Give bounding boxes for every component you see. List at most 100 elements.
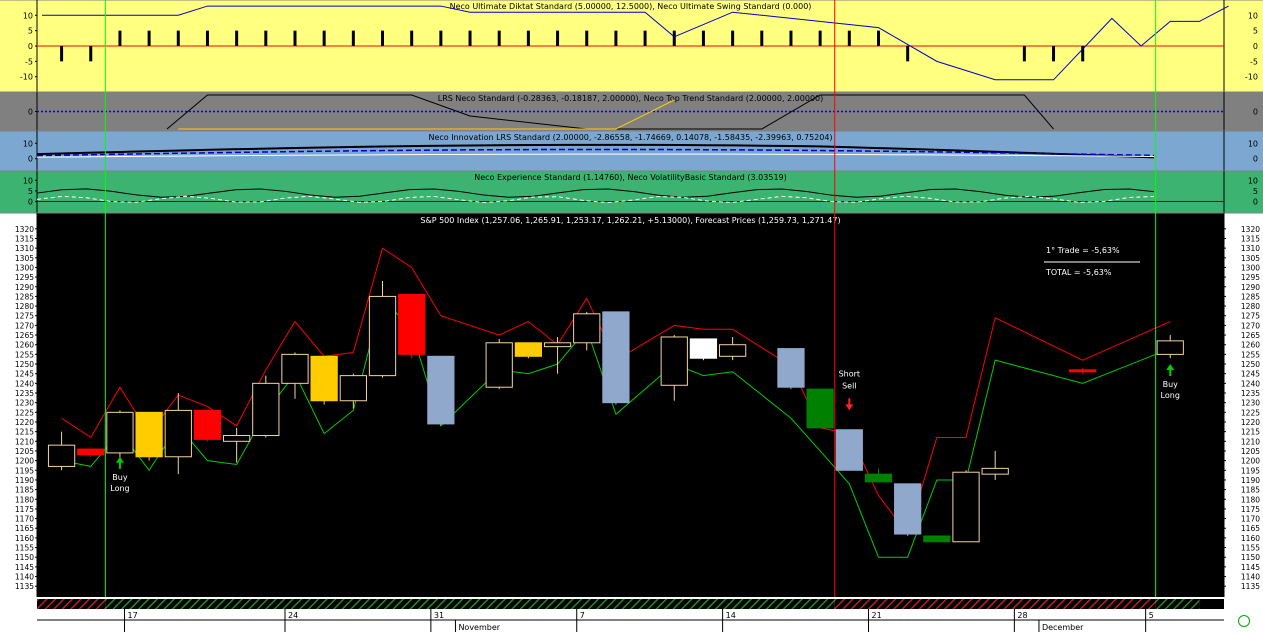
candle-body: [398, 293, 426, 355]
candle-body: [543, 342, 572, 348]
candle-body: [952, 471, 980, 543]
price-tick-left: 1285: [15, 292, 34, 301]
price-tick-right: 1150: [1241, 553, 1260, 562]
tick-label-right: 5: [1253, 27, 1258, 36]
stat-total: TOTAL = -5,63%: [1046, 268, 1112, 277]
price-tick-right: 1300: [1241, 263, 1260, 272]
price-tick-right: 1140: [1241, 573, 1260, 582]
candle-body: [252, 382, 280, 437]
date-month-label: December: [1042, 623, 1084, 632]
date-day-label: 31: [434, 611, 444, 620]
signal-bar-long: [105, 599, 835, 609]
price-tick-right: 1175: [1241, 505, 1260, 514]
price-tick-right: 1295: [1241, 273, 1260, 282]
price-tick-left: 1170: [15, 515, 34, 524]
tick-label-right: 10: [1248, 176, 1258, 185]
price-tick-left: 1185: [15, 486, 34, 495]
candle-body: [602, 311, 630, 404]
signal-bar-long: [1155, 599, 1200, 609]
candle-body: [47, 444, 76, 467]
candle-body: [193, 409, 222, 440]
price-tick-right: 1225: [1241, 408, 1260, 417]
price-tick-right: 1265: [1241, 331, 1260, 340]
price-tick-left: 1180: [15, 495, 34, 504]
price-tick-left: 1230: [15, 399, 34, 408]
candle-body: [689, 338, 718, 359]
date-day-label: 17: [128, 611, 138, 620]
candle-body: [1069, 369, 1097, 373]
tick-label-left: 0: [28, 42, 33, 51]
price-tick-right: 1190: [1241, 476, 1260, 485]
price-tick-right: 1160: [1241, 534, 1260, 543]
price-tick-right: 1285: [1241, 292, 1260, 301]
price-tick-left: 1275: [15, 312, 34, 321]
tick-label-right: -10: [1245, 73, 1258, 82]
price-tick-right: 1145: [1241, 563, 1260, 572]
price-tick-left: 1220: [15, 418, 34, 427]
candle-body: [718, 344, 747, 357]
price-tick-right: 1220: [1241, 418, 1260, 427]
candle-body: [864, 473, 893, 483]
price-tick-right: 1205: [1241, 447, 1260, 456]
price-tick-left: 1150: [15, 553, 34, 562]
price-tick-right: 1215: [1241, 428, 1260, 437]
tick-label-left: 5: [28, 187, 33, 196]
price-tick-left: 1245: [15, 370, 34, 379]
tick-label-right: 5: [1253, 187, 1258, 196]
tick-label-right: 0: [1253, 42, 1258, 51]
price-tick-left: 1265: [15, 331, 34, 340]
candle-body: [835, 429, 863, 471]
candle-body: [135, 411, 163, 458]
tick-label-right: 10: [1248, 11, 1258, 20]
candle-body: [164, 409, 192, 458]
price-tick-left: 1200: [15, 457, 34, 466]
price-tick-left: 1205: [15, 447, 34, 456]
price-tick-right: 1200: [1241, 457, 1260, 466]
price-tick-left: 1270: [15, 321, 34, 330]
date-day-label: 28: [1017, 611, 1027, 620]
price-tick-right: 1310: [1241, 244, 1260, 253]
date-day-label: 21: [871, 611, 881, 620]
price-tick-right: 1275: [1241, 312, 1260, 321]
price-tick-left: 1215: [15, 428, 34, 437]
price-tick-left: 1175: [15, 505, 34, 514]
price-tick-left: 1320: [15, 225, 34, 234]
tick-label-left: 10: [23, 11, 33, 20]
price-tick-right: 1135: [1241, 582, 1260, 591]
date-day-label: 14: [726, 611, 736, 620]
chart-svg: 10 10 5 5 0 0 -5 -5 -10 -10 Neco Ultimate Diktat S…: [0, 0, 1263, 632]
price-tick-right: 1155: [1241, 544, 1260, 553]
price-tick-right: 1165: [1241, 524, 1260, 533]
candle-body: [923, 535, 951, 543]
candle-body: [514, 342, 543, 357]
price-tick-right: 1255: [1241, 350, 1260, 359]
tick-label-left: 0: [28, 198, 33, 207]
candle-body: [339, 375, 367, 402]
tick-label-left: -5: [25, 57, 33, 66]
price-tick-right: 1240: [1241, 379, 1260, 388]
panel-innovation-title: Neco Innovation LRS Standard (2.00000, -…: [428, 133, 832, 142]
candle-body: [485, 342, 513, 388]
tick-label-right: 0: [1253, 198, 1258, 207]
price-tick-left: 1235: [15, 389, 34, 398]
candle-body: [368, 295, 397, 377]
price-tick-right: 1280: [1241, 302, 1260, 311]
smiley-icon[interactable]: [1238, 615, 1250, 627]
price-title: S&P 500 Index (1,257.06, 1,265.91, 1,253…: [420, 216, 840, 225]
signal-label: Buy: [112, 473, 128, 482]
price-tick-left: 1145: [15, 563, 34, 572]
price-tick-right: 1180: [1241, 495, 1260, 504]
price-tick-right: 1195: [1241, 466, 1260, 475]
price-tick-left: 1295: [15, 273, 34, 282]
price-tick-right: 1245: [1241, 370, 1260, 379]
candle-body: [281, 353, 309, 384]
price-tick-left: 1165: [15, 524, 34, 533]
panel-diktat-title: Neco Ultimate Diktat Standard (5.00000, …: [450, 2, 812, 11]
signal-bar-empty: [1199, 599, 1224, 609]
chart-root: 10 10 5 5 0 0 -5 -5 -10 -10 Neco Ultimate Diktat S…: [0, 0, 1263, 632]
tick-label-right: -5: [1250, 57, 1258, 66]
panel-innovation-right-axis: [1224, 131, 1263, 171]
candle-body: [310, 355, 338, 402]
price-tick-left: 1155: [15, 544, 34, 553]
price-tick-right: 1250: [1241, 360, 1260, 369]
